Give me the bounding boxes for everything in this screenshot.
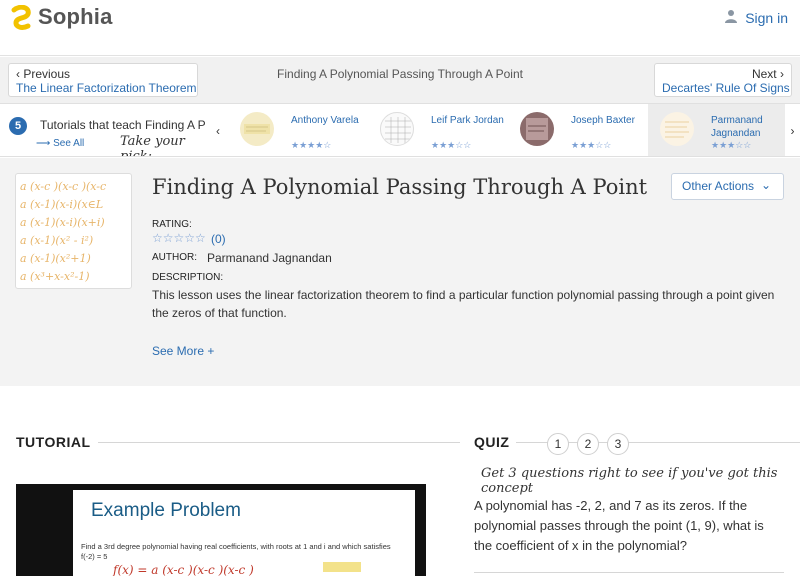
chevron-right-icon: ›: [790, 124, 795, 138]
strip-scroll-right-button[interactable]: ›: [785, 104, 800, 156]
quiz-question: A polynomial has -2, 2, and 7 as its zer…: [474, 498, 764, 553]
video-slide: Example Problem Find a 3rd degree polyno…: [73, 490, 415, 576]
chevron-left-icon: ‹: [16, 67, 20, 81]
tutor-thumbnail: [660, 112, 694, 146]
quiz-answer-divider: [474, 572, 784, 573]
svg-text:a (x-1)(x-i)(x+i): a (x-1)(x-i)(x+i): [20, 216, 105, 229]
tutor-thumbnail: [240, 112, 274, 146]
chevron-left-icon: ‹: [216, 124, 220, 138]
tutorial-divider: [98, 442, 460, 443]
author-label: AUTHOR:: [152, 252, 197, 263]
user-icon: [724, 9, 738, 26]
next-label: Next: [751, 67, 777, 81]
sign-in-link[interactable]: Sign in: [724, 9, 788, 26]
tutorial-video[interactable]: Example Problem Find a 3rd degree polyno…: [16, 484, 426, 576]
quiz-heading: QUIZ: [474, 434, 510, 450]
tutor-name: Joseph Baxter: [571, 115, 635, 126]
tutor-thumbnail: [380, 112, 414, 146]
tutorials-strip-header: 5 Tutorials that teach Finding A P ⟶ See…: [0, 104, 210, 157]
previous-label: Previous: [23, 67, 71, 81]
quiz-step-3[interactable]: 3: [607, 433, 629, 455]
tutor-name: Parmanand Jagnandan: [711, 115, 763, 139]
next-lesson-button[interactable]: Next › Decartes' Rule Of Signs: [654, 63, 792, 97]
tutorial-heading: TUTORIAL: [16, 434, 91, 450]
tutor-rating-stars: ★★★☆☆: [571, 140, 612, 150]
see-all-label: See All: [53, 138, 85, 149]
chevron-down-icon: ⌄: [760, 178, 771, 192]
see-more-link[interactable]: See More +: [152, 344, 214, 358]
arrow-right-icon: ⟶: [36, 138, 51, 149]
lesson-title: Finding A Polynomial Passing Through A P…: [152, 175, 648, 199]
take-your-pick-label: Take your pick:: [120, 134, 185, 157]
tutor-card-selected[interactable]: Parmanand Jagnandan ★★★☆☆: [648, 104, 788, 156]
video-slide-text: Find a 3rd degree polynomial having real…: [81, 542, 391, 561]
tutorials-strip: 5 Tutorials that teach Finding A P ⟶ See…: [0, 103, 800, 157]
quiz-step-2[interactable]: 2: [577, 433, 599, 455]
tutor-rating-stars: ★★★★☆: [291, 140, 332, 150]
rating-count: (0): [211, 232, 226, 246]
rating-stars[interactable]: ☆☆☆☆☆: [152, 231, 206, 245]
video-slide-title: Example Problem: [91, 500, 241, 521]
tutor-rating-stars: ★★★☆☆: [711, 140, 752, 150]
sophia-logo[interactable]: Sophia: [10, 4, 113, 30]
rating-label: RATING:: [152, 219, 192, 230]
svg-text:a (x-1)(x²+1): a (x-1)(x²+1): [20, 252, 91, 265]
tutor-card[interactable]: Anthony Varela ★★★★☆: [228, 104, 368, 156]
top-bar: Sophia Sign in: [0, 0, 800, 56]
next-lesson-link[interactable]: Decartes' Rule Of Signs: [662, 81, 790, 95]
tutor-name: Leif Park Jordan: [431, 115, 504, 126]
svg-text:a (x-1)(x-i)(x∈L: a (x-1)(x-i)(x∈L: [20, 198, 103, 211]
lesson-thumbnail: a (x-c )(x-c )(x-c a (x-1)(x-i)(x∈L a (x…: [15, 173, 132, 289]
quiz-step-1[interactable]: 1: [547, 433, 569, 455]
tutor-card[interactable]: Joseph Baxter ★★★☆☆: [508, 104, 648, 156]
sophia-logo-icon: [10, 4, 34, 30]
svg-text:a (x-1)(x² - i²): a (x-1)(x² - i²): [20, 234, 93, 247]
svg-text:a (x-c )(x-c )(x-c: a (x-c )(x-c )(x-c: [20, 180, 106, 193]
chevron-right-icon: ›: [780, 67, 784, 81]
svg-text:a (x³+x-x²-1): a (x³+x-x²-1): [20, 270, 90, 283]
tutorials-strip-title: Tutorials that teach Finding A P: [40, 118, 206, 132]
video-slide-equation: f(x) = a (x-c )(x-c )(x-c ): [112, 562, 361, 576]
tutor-rating-stars: ★★★☆☆: [431, 140, 472, 150]
quiz-tagline: Get 3 questions right to see if you've g…: [481, 466, 778, 496]
tutor-name: Anthony Varela: [291, 115, 359, 126]
svg-text:f(x) = a (x-c )(x-c )(x-c ): f(x) = a (x-c )(x-c )(x-c ): [112, 563, 254, 576]
other-actions-dropdown[interactable]: Other Actions ⌄: [671, 173, 784, 200]
tutor-thumbnail: [520, 112, 554, 146]
strip-scroll-left-button[interactable]: ‹: [210, 104, 226, 156]
current-lesson-title: Finding A Polynomial Passing Through A P…: [277, 67, 523, 81]
previous-lesson-button[interactable]: ‹ Previous The Linear Factorization Theo…: [8, 63, 198, 97]
previous-lesson-link[interactable]: The Linear Factorization Theorem: [16, 81, 197, 95]
sign-in-label: Sign in: [745, 9, 788, 26]
see-all-link[interactable]: ⟶ See All: [36, 138, 84, 149]
tutorial-count-badge: 5: [9, 117, 27, 135]
tutor-card[interactable]: Leif Park Jordan ★★★☆☆: [368, 104, 508, 156]
other-actions-label: Other Actions: [682, 179, 755, 193]
brand-name: Sophia: [38, 4, 113, 29]
description-label: DESCRIPTION:: [152, 272, 224, 283]
lesson-description: This lesson uses the linear factorizatio…: [152, 288, 775, 320]
author-name: Parmanand Jagnandan: [207, 251, 332, 265]
